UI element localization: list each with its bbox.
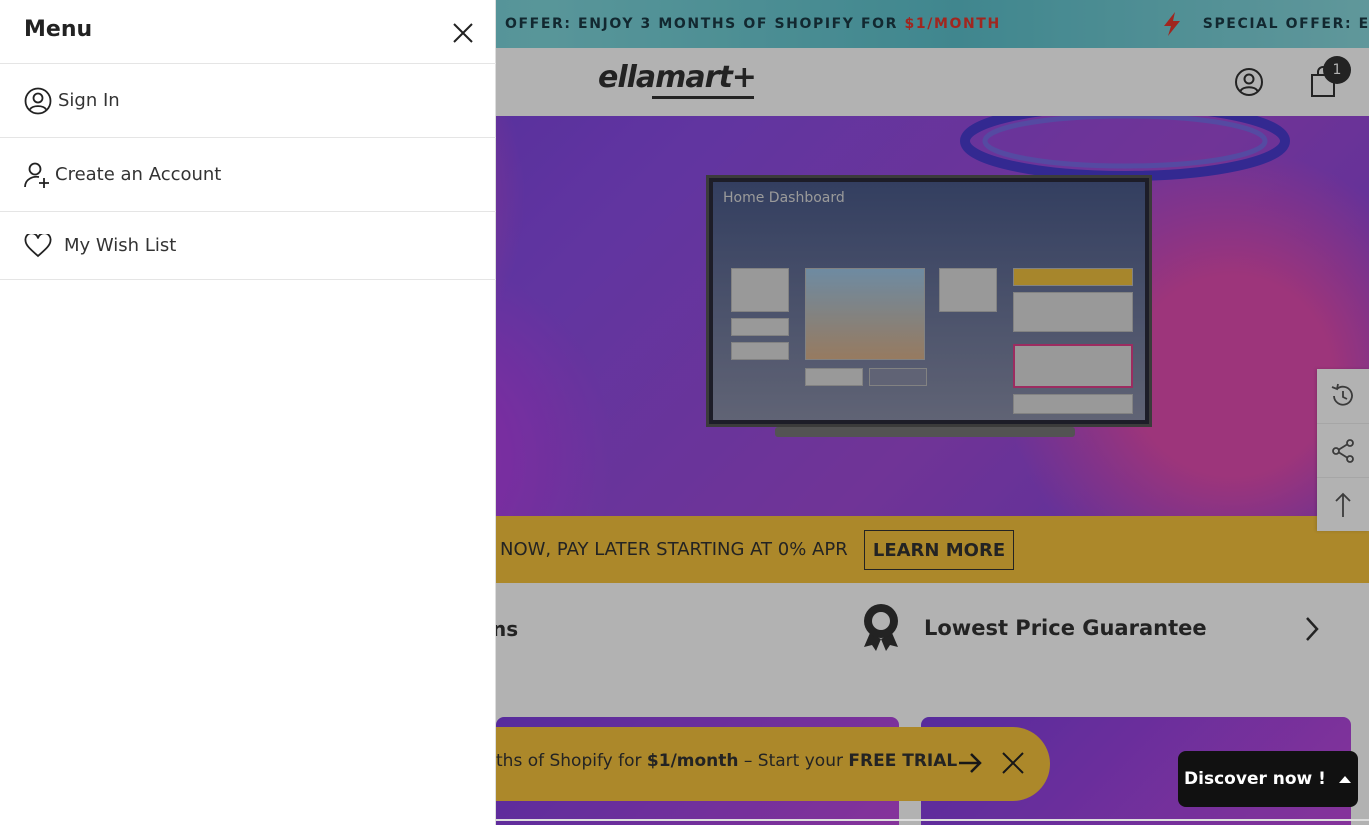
user-plus-icon xyxy=(24,161,50,189)
page-overlay[interactable] xyxy=(496,0,1369,825)
menu-item-label: My Wish List xyxy=(64,235,177,256)
menu-item-label: Sign In xyxy=(58,90,120,111)
close-icon xyxy=(453,23,473,43)
menu-item-wish-list[interactable]: My Wish List xyxy=(0,212,496,280)
drawer-header: Menu xyxy=(0,0,496,64)
menu-item-sign-in[interactable]: Sign In xyxy=(0,64,496,138)
user-circle-icon xyxy=(24,87,52,115)
caret-up-icon xyxy=(1338,776,1351,783)
close-menu-button[interactable] xyxy=(448,18,478,48)
discover-now-button[interactable]: Discover now ! xyxy=(1178,751,1358,807)
menu-item-label: Create an Account xyxy=(55,164,222,185)
heart-icon xyxy=(24,233,52,258)
menu-drawer: Menu Sign In Create an Account My Wish L… xyxy=(0,0,496,825)
drawer-title: Menu xyxy=(24,17,93,42)
menu-item-create-account[interactable]: Create an Account xyxy=(0,138,496,212)
